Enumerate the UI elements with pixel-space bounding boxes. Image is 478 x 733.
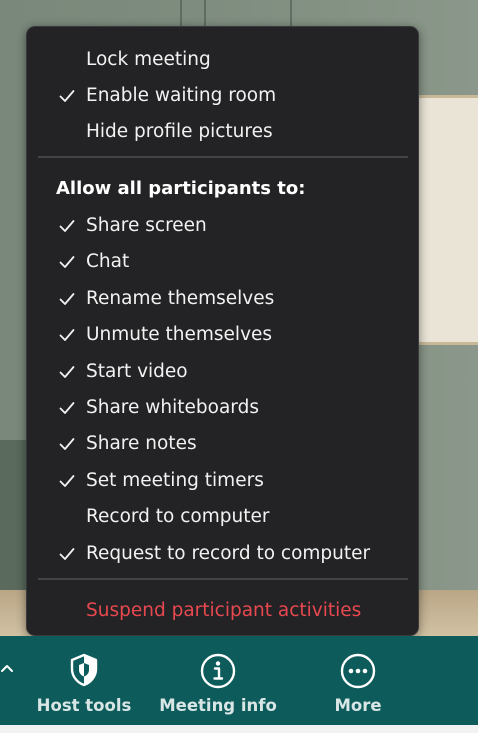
more-icon (339, 652, 377, 694)
host-tools-label: Host tools (36, 696, 132, 715)
menu-item-label: Start video (86, 361, 188, 382)
menu-item-share-screen[interactable]: Share screen (27, 209, 418, 243)
menu-item-label: Enable waiting room (86, 85, 277, 106)
menu-item-label: Share screen (86, 215, 207, 236)
chevron-up-icon[interactable] (0, 660, 14, 676)
check-icon (59, 427, 77, 461)
check-icon (59, 282, 77, 316)
menu-divider (38, 578, 408, 580)
check-icon (59, 209, 77, 243)
menu-item-label: Chat (86, 251, 130, 272)
menu-item-label: Rename themselves (86, 288, 275, 309)
menu-item-chat[interactable]: Chat (27, 245, 418, 279)
menu-item-label: Record to computer (86, 506, 270, 527)
security-menu: Lock meeting Enable waiting room Hide pr… (26, 26, 419, 636)
toolbar-bottom-strip (0, 725, 478, 733)
menu-item-label: Share notes (86, 433, 197, 454)
menu-item-share-notes[interactable]: Share notes (27, 427, 418, 461)
more-label: More (334, 696, 382, 715)
menu-item-enable-waiting-room[interactable]: Enable waiting room (27, 79, 418, 113)
shield-icon (68, 652, 100, 692)
section-header: Allow all participants to: (56, 178, 306, 199)
menu-item-record-to-computer[interactable]: Record to computer (27, 500, 418, 534)
more-button[interactable]: More (318, 636, 398, 725)
background-chair (0, 440, 26, 600)
check-icon (59, 537, 77, 571)
menu-item-hide-profile-pictures[interactable]: Hide profile pictures (27, 115, 418, 149)
meeting-info-button[interactable]: Meeting info (158, 636, 278, 725)
check-icon (59, 318, 77, 352)
menu-item-set-meeting-timers[interactable]: Set meeting timers (27, 464, 418, 498)
menu-item-start-video[interactable]: Start video (27, 355, 418, 389)
host-tools-button[interactable]: Host tools (30, 636, 138, 725)
suspend-participant-activities-button[interactable]: Suspend participant activities (27, 594, 418, 628)
menu-divider (38, 156, 408, 158)
info-icon (199, 652, 237, 694)
menu-item-label: Hide profile pictures (86, 121, 273, 142)
menu-item-lock-meeting[interactable]: Lock meeting (27, 43, 418, 77)
menu-item-label: Lock meeting (86, 49, 211, 70)
menu-item-share-whiteboards[interactable]: Share whiteboards (27, 391, 418, 425)
check-icon (59, 391, 77, 425)
menu-item-label: Share whiteboards (86, 397, 259, 418)
menu-item-label: Suspend participant activities (86, 600, 362, 621)
menu-item-rename-themselves[interactable]: Rename themselves (27, 282, 418, 316)
meeting-info-label: Meeting info (159, 696, 277, 715)
menu-item-label: Unmute themselves (86, 324, 273, 345)
menu-item-label: Request to record to computer (86, 543, 371, 564)
check-icon (59, 79, 77, 113)
background-picture-frame (412, 95, 478, 345)
menu-item-request-to-record[interactable]: Request to record to computer (27, 537, 418, 571)
menu-item-unmute-themselves[interactable]: Unmute themselves (27, 318, 418, 352)
check-icon (59, 464, 77, 498)
check-icon (59, 245, 77, 279)
check-icon (59, 355, 77, 389)
menu-item-label: Set meeting timers (86, 470, 264, 491)
